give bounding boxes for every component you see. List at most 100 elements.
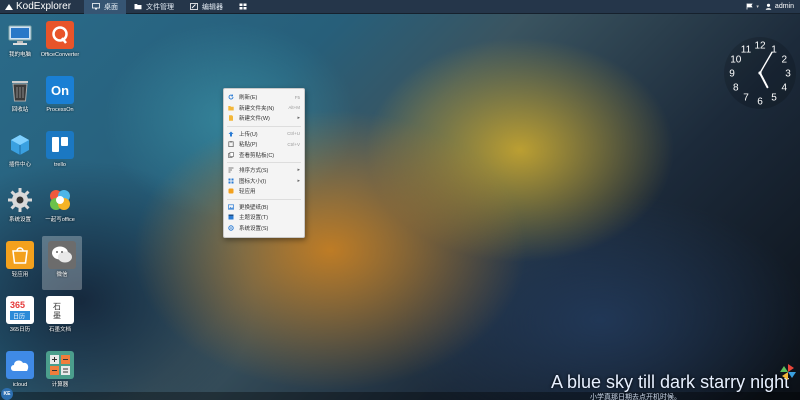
upload-icon: [228, 131, 234, 137]
clock-numeral: 6: [757, 97, 763, 108]
desktop-icon-trello[interactable]: trello: [40, 126, 80, 180]
tab-label: 桌面: [104, 3, 118, 11]
desktop-icon-recycle-bin[interactable]: 回收站: [0, 71, 40, 125]
menu-item-refresh[interactable]: 刷新(E) F5: [224, 92, 304, 103]
menu-divider: [227, 125, 301, 127]
monitor-icon: [92, 3, 100, 10]
clock-numeral: 4: [781, 83, 787, 94]
desktop-icon-label: trello: [54, 162, 66, 168]
clock-numeral: 5: [771, 93, 777, 104]
tab-label: 文件管理: [146, 3, 174, 11]
desktop-icon-label: 365日历: [9, 327, 31, 333]
computer-icon: [6, 21, 34, 49]
menu-item-label: 主题设置(T): [239, 215, 269, 222]
tab-label: 编辑器: [202, 3, 223, 11]
office-converter-icon: [46, 21, 74, 49]
menu-divider: [227, 162, 301, 163]
menu-item-shortcut: Ctrl+U: [287, 131, 300, 137]
menu-item-icon-size[interactable]: 图标大小(I) ▸: [224, 176, 304, 187]
menu-item-sort[interactable]: 排序方式(S) ▸: [224, 165, 304, 176]
edit-icon: [190, 3, 198, 10]
desktop-icon-office-converter[interactable]: OfficeConverter: [40, 16, 80, 70]
desktop-icon-yiqixie[interactable]: 一起写office: [40, 181, 80, 235]
brand-name: KodExplorer: [16, 1, 72, 12]
menu-item-theme[interactable]: 主题设置(T): [224, 212, 304, 223]
menu-item-label: 系统设置(S): [239, 225, 269, 232]
wechat-icon: [48, 241, 76, 269]
desktop-icon-label: 一起写office: [45, 217, 75, 223]
desktop-icon-label: 微信: [56, 272, 68, 278]
desktop-icon-processon[interactable]: On ProcessOn: [40, 71, 80, 125]
plugin-center-icon: [6, 131, 34, 159]
svg-text:365: 365: [10, 300, 25, 310]
kod-logo-icon: [5, 3, 13, 10]
menu-item-new-folder[interactable]: 新建文件夹(N) Alt+M: [224, 103, 304, 114]
start-button[interactable]: KE: [1, 388, 13, 400]
menu-item-clipboard[interactable]: 查看剪贴板(C): [224, 150, 304, 161]
desktop-icon-wechat[interactable]: 微信: [42, 236, 82, 290]
desktop-icon-label: 回收站: [11, 107, 29, 113]
menu-item-paste[interactable]: 粘贴(P) Ctrl+V: [224, 139, 304, 150]
clock-numeral: 1: [771, 44, 777, 55]
flag-icon[interactable]: [746, 3, 754, 10]
pinwheel-icon[interactable]: [779, 363, 797, 381]
menu-item-light-app[interactable]: 轻应用: [224, 186, 304, 197]
system-settings-icon: [228, 225, 234, 231]
menu-item-new-file[interactable]: 新建文件(W) ▸: [224, 113, 304, 124]
new-file-icon: [229, 115, 233, 121]
menu-item-label: 查看剪贴板(C): [239, 152, 275, 159]
desktop-icon-shimo[interactable]: 石墨 石墨文档: [40, 291, 80, 345]
clock-numeral: 9: [729, 69, 735, 80]
menu-item-label: 图标大小(I): [239, 178, 267, 185]
desktop-icon-label: OfficeConverter: [40, 52, 80, 58]
svg-text:石: 石: [53, 302, 61, 311]
tab-apps[interactable]: [231, 0, 259, 14]
desktop-icon-system-settings[interactable]: 系统设置: [0, 181, 40, 235]
menu-item-label: 排序方式(S): [239, 168, 269, 175]
clock-numeral: 8: [733, 83, 739, 94]
desktop-icon-plugin-center[interactable]: 插件中心: [0, 126, 40, 180]
clipboard-icon: [228, 151, 234, 158]
calendar-icon: 365 日历: [6, 296, 34, 324]
tab-editor[interactable]: 编辑器: [182, 0, 231, 14]
icloud-icon: [6, 351, 34, 379]
desktop-context-menu: 刷新(E) F5 新建文件夹(N) Alt+M 新建文件(W) ▸ 上传(U) …: [223, 88, 305, 238]
calculator-icon: [46, 351, 74, 379]
wallpaper-icon: [228, 204, 234, 210]
brand[interactable]: KodExplorer: [0, 1, 84, 12]
clock-numeral: 11: [741, 44, 752, 55]
menu-item-shortcut: Alt+M: [288, 105, 300, 111]
app-store-icon: [6, 241, 34, 269]
shimo-icon: 石墨: [46, 296, 74, 324]
menu-item-label: 轻应用: [239, 189, 256, 196]
recycle-bin-icon: [6, 76, 34, 104]
clock-numeral: 3: [785, 69, 791, 80]
tab-desktop[interactable]: 桌面: [84, 0, 126, 14]
username: admin: [774, 3, 794, 10]
menu-item-upload[interactable]: 上传(U) Ctrl+U: [224, 129, 304, 140]
menu-item-label: 刷新(E): [239, 95, 258, 102]
submenu-arrow-icon: ▸: [297, 177, 300, 184]
desktop-icon-label: 系统设置: [8, 217, 31, 223]
desktop-icon-label: 石墨文档: [48, 327, 71, 333]
menu-item-label: 新建文件夹(N): [239, 105, 275, 112]
clock-numeral: 2: [781, 55, 787, 66]
clock-center: [758, 71, 762, 75]
user-icon: [765, 3, 772, 10]
submenu-arrow-icon: ▸: [297, 115, 300, 122]
top-right: ▾ admin: [746, 3, 800, 10]
desktop-icon-app-store[interactable]: 轻应用: [0, 236, 40, 290]
refresh-icon: [228, 94, 234, 100]
desktop-icon-label: 轻应用: [11, 272, 29, 278]
menu-item-wallpaper[interactable]: 更换壁纸(B): [224, 202, 304, 213]
menu-item-system-settings[interactable]: 系统设置(S): [224, 223, 304, 234]
desktop-icon-calendar[interactable]: 365 日历 365日历: [0, 291, 40, 345]
processon-glyph: On: [50, 82, 70, 98]
menu-divider: [227, 198, 301, 200]
desktop-icon-my-computer[interactable]: 我的电脑: [0, 16, 40, 70]
trello-icon: [46, 131, 74, 159]
chevron-down-icon: ▾: [756, 3, 759, 10]
user-menu[interactable]: admin: [765, 3, 794, 10]
settings-gear-icon: [6, 186, 34, 214]
tab-file-manager[interactable]: 文件管理: [126, 0, 182, 14]
